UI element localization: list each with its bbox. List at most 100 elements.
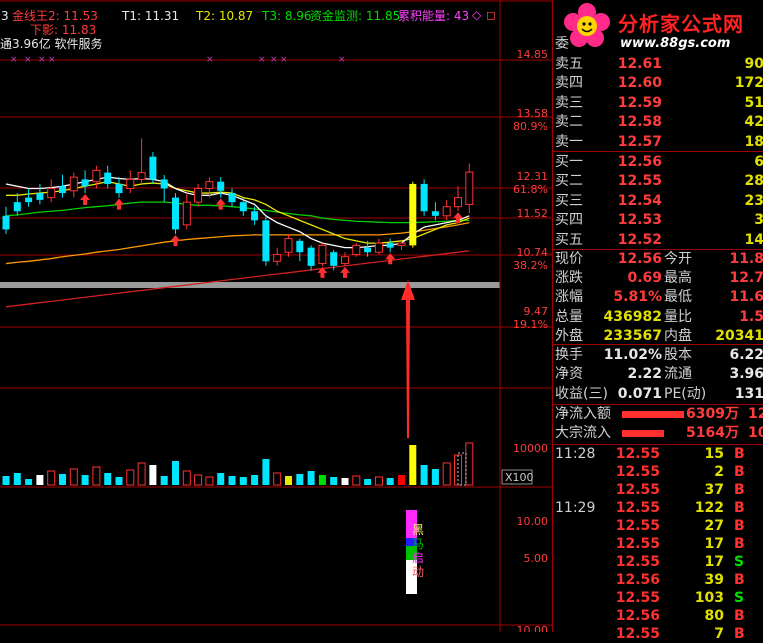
bid-price: 12.53 (617, 212, 662, 229)
ask-row[interactable]: 卖三 12.59 51 (552, 94, 763, 113)
ask-row[interactable]: 卖二 12.58 42 (552, 113, 763, 132)
stat-value: 11.02% (603, 347, 662, 363)
ask-row[interactable]: 卖一 12.57 18 (552, 133, 763, 152)
flow-value: 5164万 (686, 425, 739, 442)
marker-x: × (258, 55, 266, 65)
ask-price: 12.57 (617, 133, 662, 150)
ask-row[interactable]: 卖四 12.60 172 (552, 74, 763, 93)
diamond-icon[interactable]: ◇ (472, 8, 481, 22)
volume-bar (92, 466, 101, 486)
trade-volume: 17 (704, 536, 724, 552)
pct-tick: 61.8% (513, 183, 548, 196)
trade-price: 12.55 (615, 446, 660, 462)
bid-label: 买四 (555, 212, 583, 229)
volume-bar (137, 462, 146, 486)
candle-body (172, 197, 179, 230)
volume-bar (172, 461, 179, 485)
stat-row: 净资 2.22 流通 3.96 (552, 365, 763, 384)
bid-row[interactable]: 买一 12.56 6 (552, 153, 763, 172)
stat-value: 0.071 (617, 385, 662, 402)
flow-extra: 12 (748, 406, 763, 422)
ask-price: 12.59 (617, 94, 662, 111)
volume-bar (352, 475, 361, 486)
candle-body (25, 197, 33, 203)
trade-time: 11:29 (555, 500, 596, 516)
price-tick: 11.52 (517, 207, 549, 220)
stat-value: 5.81% (613, 289, 662, 306)
stat-label: PE(动) (664, 385, 707, 402)
volume-bar (273, 472, 282, 486)
stat-value: 131 (734, 385, 763, 402)
indicator-char: 启 (412, 551, 424, 565)
ask-label: 卖二 (555, 114, 583, 131)
volume-bar (126, 469, 135, 486)
flow-label: 大宗流入 (555, 425, 611, 442)
trade-row: 12.55 17 S (552, 553, 763, 571)
trade-side: B (734, 626, 745, 642)
trade-volume: 17 (704, 554, 724, 570)
stat-label: 量比 (664, 308, 692, 325)
trade-price: 12.55 (615, 590, 660, 606)
trade-row: 12.55 17 B (552, 535, 763, 553)
candle-body (352, 244, 361, 255)
bid-row[interactable]: 买四 12.53 3 (552, 211, 763, 230)
volume-bar (285, 476, 292, 485)
bid-price: 12.54 (617, 192, 662, 209)
candle-body (296, 240, 304, 253)
indicator-tick: 5.00 (524, 552, 549, 565)
bid-row[interactable]: 买五 12.52 14 (552, 231, 763, 250)
trade-row: 12.56 39 B (552, 571, 763, 589)
trade-volume: 37 (704, 482, 724, 498)
jxw-label: 金线王2: 11.53 (12, 9, 98, 23)
volume-bar (149, 465, 157, 485)
stat-label: 涨跌 (555, 270, 583, 287)
volume-bar (81, 475, 89, 485)
ask-volume: 42 (744, 114, 763, 131)
trade-volume: 27 (704, 518, 724, 534)
stat-label: 总量 (555, 308, 583, 325)
t3-label: T3: 8.96 (262, 9, 312, 23)
ask-price: 12.60 (617, 75, 662, 92)
candle-body (454, 197, 462, 208)
buy-arrow-icon (340, 266, 350, 278)
flow-row: 净流入额 6309万 12 (552, 405, 763, 424)
bid-row[interactable]: 买二 12.55 28 (552, 172, 763, 191)
stat-value: 2.22 (627, 366, 662, 383)
candle-body (228, 193, 236, 203)
candle-body (217, 181, 225, 191)
ask-row[interactable]: 卖五 12.61 90 (552, 55, 763, 74)
bid-label: 买三 (555, 192, 583, 209)
candle-body (194, 188, 203, 203)
square-icon[interactable]: ◻ (486, 8, 496, 22)
marker-x: × (38, 55, 46, 65)
volume-bar (160, 476, 168, 485)
bid-label: 买一 (555, 154, 583, 170)
trade-side: B (734, 518, 745, 534)
stat-value: 6.22 (729, 347, 763, 363)
marker-x: × (206, 55, 214, 65)
trade-row: 11:28 12.55 15 B (552, 445, 763, 463)
trade-price: 12.55 (615, 554, 660, 570)
trade-price: 12.55 (615, 626, 660, 642)
candle-body (160, 179, 168, 189)
trade-price: 12.56 (615, 572, 660, 588)
trade-side: B (734, 482, 745, 498)
kline-chart[interactable]: × × × × × × × × ×黑马启动14.8513.5880.9%12.3161.8%11… (0, 0, 552, 632)
stat-label: 现价 (555, 251, 583, 267)
stat-label: 外盘 (555, 327, 583, 344)
bid-volume: 6 (754, 154, 763, 170)
bid-label: 买二 (555, 173, 583, 190)
marker-x: × (48, 55, 56, 65)
volume-bar (318, 475, 326, 485)
stat-value: 20341 (715, 327, 763, 344)
bid-row[interactable]: 买三 12.54 23 (552, 192, 763, 211)
volume-bar (13, 473, 21, 485)
volume-bar (239, 477, 247, 485)
candle-body (251, 211, 259, 221)
trade-price: 12.56 (615, 608, 660, 624)
candle-body (149, 156, 157, 180)
ask-label: 卖一 (555, 133, 583, 150)
price-tick: 14.85 (517, 48, 549, 61)
trade-side: S (734, 554, 745, 570)
volume-bar (330, 477, 338, 485)
